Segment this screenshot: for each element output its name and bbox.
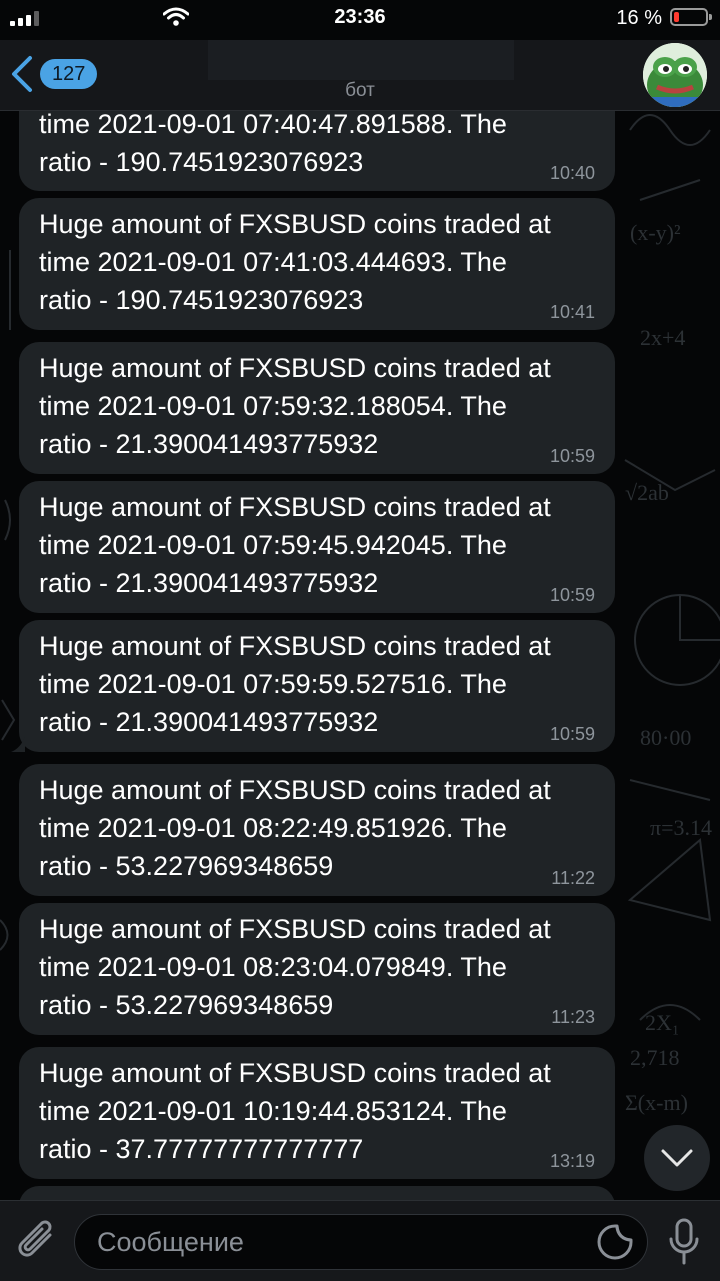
clock: 23:36	[334, 6, 386, 28]
message-time: 10:41	[549, 302, 595, 322]
message-text: Huge amount of FXSBUSD coins traded at t…	[39, 353, 551, 459]
message-time: 10:40	[549, 163, 595, 183]
battery-icon	[670, 8, 712, 26]
message-text: Huge amount of FXSBUSD coins traded at t…	[39, 775, 551, 881]
message-bubble-partial[interactable]	[19, 1186, 615, 1200]
message-bubble[interactable]: Huge amount of FXSBUSD coins traded at t…	[19, 198, 615, 330]
sticker-icon[interactable]	[596, 1223, 634, 1261]
message-time: 10:59	[549, 585, 595, 605]
avatar[interactable]	[643, 43, 707, 107]
message-bubble[interactable]: Huge amount of FXSBUSD coins traded at t…	[19, 764, 615, 896]
microphone-icon[interactable]	[664, 1217, 704, 1267]
message-bubble[interactable]: Huge amount of FXSBUSD coins traded at t…	[11, 620, 615, 752]
bubble-tail	[11, 736, 25, 752]
message-input[interactable]	[74, 1214, 648, 1270]
message-bubble[interactable]: Huge amount of FXSBUSD coins traded at t…	[19, 342, 615, 474]
battery-percent: 16 %	[616, 7, 662, 29]
message-bubble[interactable]: Huge amount of FXSBUSD coins traded at t…	[19, 903, 615, 1035]
message-list[interactable]: time 2021-09-01 07:40:47.891588. The rat…	[0, 110, 720, 1200]
battery-level	[674, 12, 679, 22]
message-time: 10:59	[549, 446, 595, 466]
message-text: Huge amount of FXSBUSD coins traded at t…	[39, 492, 551, 598]
paperclip-icon[interactable]	[14, 1215, 62, 1267]
chat-title[interactable]	[208, 40, 514, 80]
message-bubble[interactable]: Huge amount of FXSBUSD coins traded at t…	[19, 481, 615, 613]
message-text: time 2021-09-01 07:40:47.891588. The rat…	[39, 110, 507, 177]
message-text: Huge amount of FXSBUSD coins traded at t…	[39, 914, 551, 1020]
message-time: 13:19	[549, 1151, 595, 1171]
message-bubble[interactable]: time 2021-09-01 07:40:47.891588. The rat…	[19, 110, 615, 191]
scroll-down-chevron-icon	[661, 1149, 693, 1167]
message-time: 11:22	[551, 868, 595, 888]
message-text: Huge amount of FXSBUSD coins traded at t…	[39, 209, 551, 315]
chat-header: 127 бот	[0, 40, 720, 111]
avatar-image	[643, 43, 707, 107]
status-bar: 23:36 16 %	[0, 0, 720, 40]
message-text: Huge amount of FXSBUSD coins traded at t…	[39, 1058, 551, 1164]
message-time: 10:59	[549, 724, 595, 744]
chat-subtitle: бот	[345, 80, 375, 101]
message-text: Huge amount of FXSBUSD coins traded at t…	[39, 631, 551, 737]
composer-bar	[0, 1200, 720, 1281]
scroll-down-button[interactable]	[644, 1125, 710, 1191]
message-time: 11:23	[551, 1007, 595, 1027]
message-bubble[interactable]: Huge amount of FXSBUSD coins traded at t…	[19, 1047, 615, 1179]
